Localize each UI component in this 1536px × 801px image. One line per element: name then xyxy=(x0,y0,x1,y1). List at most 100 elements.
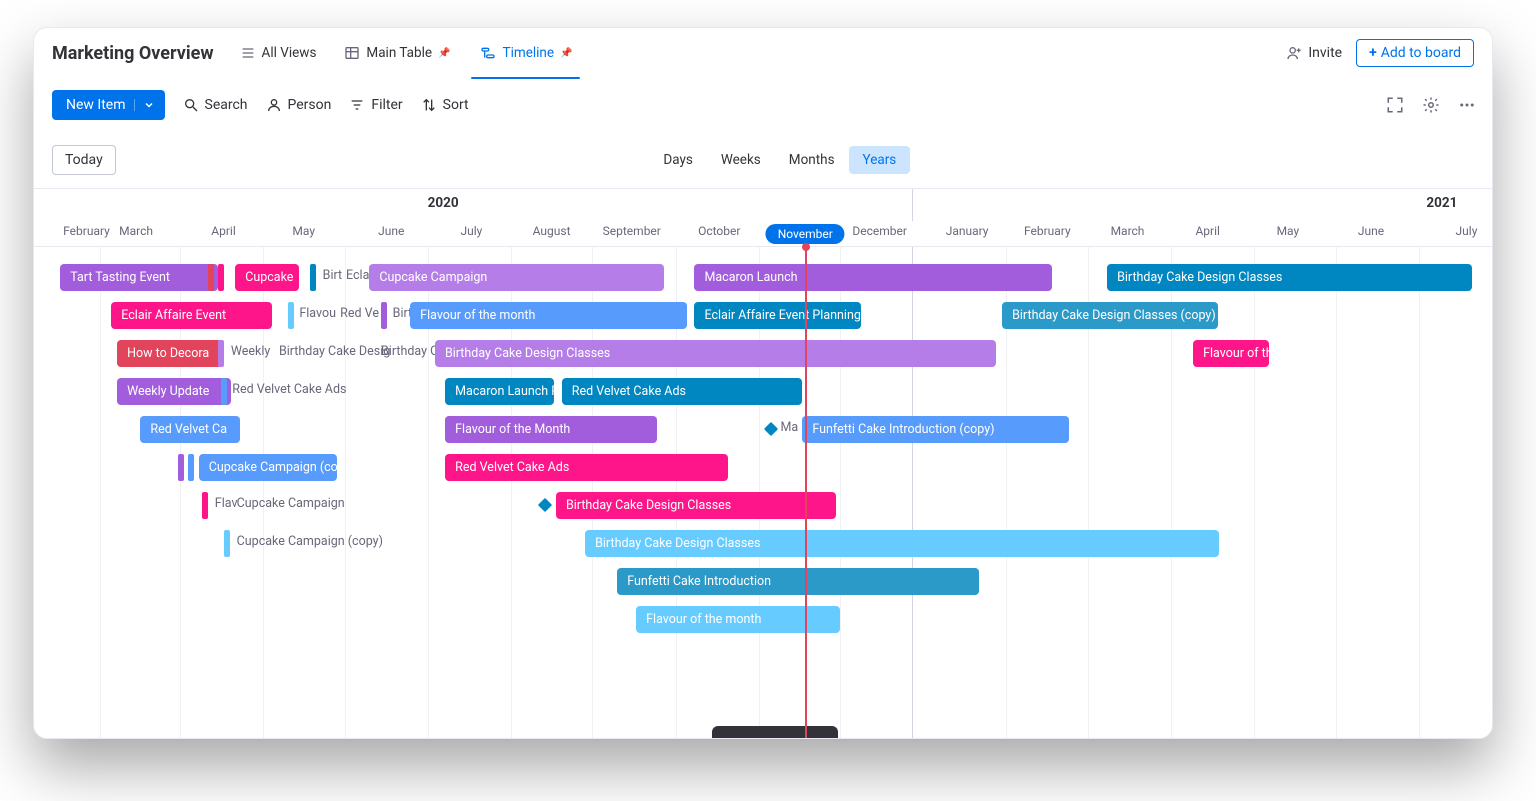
year-label: 2020 xyxy=(428,195,459,211)
timeline-bar[interactable]: Birthday Cake Design Classes xyxy=(435,340,996,367)
timeline-bar[interactable]: Cupcake xyxy=(235,264,299,291)
tab-all-views[interactable]: All Views xyxy=(226,28,331,78)
filter-icon xyxy=(349,97,365,113)
add-to-board-button[interactable]: + Add to board xyxy=(1356,39,1474,67)
timeline-bar-slim[interactable] xyxy=(381,302,387,329)
month-label: March xyxy=(119,224,153,238)
person-icon xyxy=(266,97,282,113)
sort-icon xyxy=(421,97,437,113)
scale-months[interactable]: Months xyxy=(775,146,849,174)
timeline-overflow-label[interactable]: Red Velvet Cake Ads xyxy=(232,382,346,397)
timeline-bar[interactable]: Eclair Affaire Event Planning xyxy=(694,302,860,329)
scale-weeks[interactable]: Weeks xyxy=(707,146,775,174)
add-board-label: Add to board xyxy=(1381,45,1461,61)
month-label: December xyxy=(852,224,907,238)
timeline-bar[interactable]: Weekly Update xyxy=(117,378,231,405)
month-label: August xyxy=(533,224,571,238)
new-item-button[interactable]: New Item xyxy=(52,90,165,120)
month-label: April xyxy=(211,224,235,238)
timeline-bar[interactable]: Funfetti Cake Introduction xyxy=(617,568,979,595)
sort-button[interactable]: Sort xyxy=(421,97,469,113)
timeline-bar-slim[interactable] xyxy=(221,378,227,405)
timeline-bar[interactable]: Flavour of the month xyxy=(636,606,840,633)
timeline-bar[interactable]: Tart Tasting Event xyxy=(60,264,217,291)
timeline-bar[interactable]: Eclair Affaire Event xyxy=(111,302,271,329)
timeline-icon xyxy=(479,45,497,61)
scroll-thumb[interactable] xyxy=(712,726,838,738)
timeline-overflow-label[interactable]: Ma xyxy=(780,420,798,435)
timeline-overflow-label[interactable]: Flavou xyxy=(299,306,336,321)
timeline-bar[interactable]: Flavour of the month xyxy=(410,302,687,329)
search-icon xyxy=(183,97,199,113)
timeline-row: Funfetti Cake Introduction xyxy=(34,567,1492,596)
tab-main-table[interactable]: Main Table 📌 xyxy=(330,28,464,78)
timeline-bar[interactable]: Cupcake Campaign (copy xyxy=(199,454,338,481)
today-button[interactable]: Today xyxy=(52,145,116,175)
milestone-diamond[interactable] xyxy=(538,498,552,512)
timeline-bar[interactable]: Red Velvet Cake Ads xyxy=(445,454,728,481)
more-button[interactable] xyxy=(1456,94,1478,116)
timeline-bar-slim[interactable] xyxy=(218,340,224,367)
month-current-pill[interactable]: November xyxy=(766,224,845,244)
scale-years[interactable]: Years xyxy=(849,146,911,174)
timeline-bar-slim[interactable] xyxy=(310,264,316,291)
timeline[interactable]: 20202021 FebruaryMarchAprilMayJuneJulyAu… xyxy=(34,188,1492,738)
person-plus-icon xyxy=(1286,45,1302,61)
month-label: May xyxy=(292,224,315,238)
timeline-bar-slim[interactable] xyxy=(224,530,230,557)
person-button[interactable]: Person xyxy=(266,97,332,113)
timeline-bar[interactable]: Flavour of the xyxy=(1193,340,1269,367)
timeline-bar-slim[interactable] xyxy=(197,264,203,291)
timeline-bar-slim[interactable] xyxy=(188,454,194,481)
timeline-bar-slim[interactable] xyxy=(178,454,184,481)
sort-label: Sort xyxy=(443,97,469,113)
timeline-bar[interactable]: Birthday Cake Design Classes xyxy=(556,492,836,519)
gear-icon xyxy=(1422,96,1440,114)
timeline-bar-slim[interactable] xyxy=(218,264,224,291)
search-button[interactable]: Search xyxy=(183,97,248,113)
timeline-bar[interactable]: Birthday Cake Design Classes (copy) xyxy=(1002,302,1218,329)
timeline-bar[interactable]: Cupcake Campaign xyxy=(369,264,664,291)
timeline-overflow-label[interactable]: Cupcake Campaign (copy) xyxy=(237,534,383,549)
person-label: Person xyxy=(288,97,332,113)
timeline-bar[interactable]: Macaron Launch xyxy=(694,264,1051,291)
tab-timeline[interactable]: Timeline 📌 xyxy=(465,28,587,78)
month-label: September xyxy=(603,224,661,238)
timeline-bar[interactable]: Macaron Launch Pa xyxy=(445,378,554,405)
timeline-overflow-label[interactable]: Birthday Cake Desig xyxy=(279,344,390,359)
month-label: June xyxy=(378,224,404,238)
timeline-bar-slim[interactable] xyxy=(208,264,214,291)
timeline-overflow-label[interactable]: Red Ve xyxy=(340,306,379,321)
scale-days[interactable]: Days xyxy=(649,146,706,174)
timeline-overflow-label[interactable]: Cupcake Campaign xyxy=(237,496,345,511)
month-label: July xyxy=(460,224,482,238)
expand-icon xyxy=(1386,96,1404,114)
fullscreen-button[interactable] xyxy=(1384,94,1406,116)
month-label: May xyxy=(1277,224,1300,238)
timeline-overflow-label[interactable]: Birthday C xyxy=(381,344,438,359)
month-label: February xyxy=(63,224,110,238)
timeline-bar[interactable]: Red Velvet Cake Ads xyxy=(562,378,803,405)
timeline-overflow-label[interactable]: Flav xyxy=(215,496,238,511)
timeline-bar[interactable]: Birthday Cake Design Classes xyxy=(1107,264,1472,291)
timeline-bar-slim[interactable] xyxy=(288,302,294,329)
filter-button[interactable]: Filter xyxy=(349,97,402,113)
timeline-row: How to DecoraWeeklyBirthday Cake DesigBi… xyxy=(34,339,1492,368)
invite-button[interactable]: Invite xyxy=(1286,45,1342,61)
timeline-bar[interactable]: Birthday Cake Design Classes xyxy=(585,530,1219,557)
timeline-bar[interactable]: Funfetti Cake Introduction (copy) xyxy=(802,416,1069,443)
timeline-bar-slim[interactable] xyxy=(202,492,208,519)
timeline-overflow-label[interactable]: Weekly xyxy=(231,344,270,359)
list-icon xyxy=(240,45,256,61)
timeline-overflow-label[interactable]: Birt xyxy=(323,268,342,283)
settings-button[interactable] xyxy=(1420,94,1442,116)
timeline-bar[interactable]: Red Velvet Ca xyxy=(140,416,239,443)
month-label: June xyxy=(1358,224,1384,238)
timeline-bar[interactable]: How to Decora xyxy=(117,340,222,367)
toolbar: New Item Search Person Filter Sort xyxy=(34,78,1492,132)
board-title: Marketing Overview xyxy=(52,43,214,64)
milestone-diamond[interactable] xyxy=(764,422,778,436)
month-label: January xyxy=(946,224,989,238)
timeline-bar[interactable]: Flavour of the Month xyxy=(445,416,656,443)
chevron-down-icon[interactable] xyxy=(134,99,155,111)
